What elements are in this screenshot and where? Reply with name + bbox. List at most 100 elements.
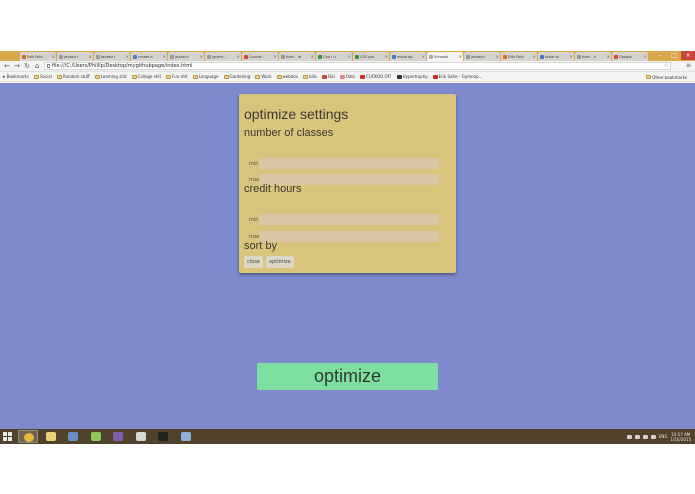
home-icon[interactable]: ⌂	[33, 62, 41, 71]
close-tab-icon[interactable]: ×	[459, 54, 462, 59]
close-tab-icon[interactable]: ×	[163, 54, 166, 59]
browser-tab[interactable]: javascri ×	[168, 52, 204, 61]
sort-close-button[interactable]: close	[244, 256, 263, 268]
taskbar-cmd[interactable]	[153, 430, 173, 443]
browser-tab[interactable]: jquery - ×	[205, 52, 241, 61]
language-indicator[interactable]: ENG	[659, 434, 668, 439]
bookmark-item[interactable]: College shit	[131, 74, 161, 79]
flag-icon[interactable]	[634, 434, 640, 439]
tab-label: javascri	[471, 54, 485, 59]
bookmark-item[interactable]: Social	[33, 74, 52, 79]
close-tab-icon[interactable]: ×	[644, 54, 647, 59]
browser-tab[interactable]: move op ×	[390, 52, 426, 61]
close-tab-icon[interactable]: ×	[274, 54, 277, 59]
favicon-icon	[429, 54, 433, 59]
network-icon[interactable]	[642, 434, 648, 439]
bookmark-item[interactable]: Gardening	[223, 74, 250, 79]
favicon-icon	[466, 54, 470, 59]
browser-tab[interactable]: create a ×	[131, 52, 167, 61]
browser-tab[interactable]: html - h ×	[575, 52, 611, 61]
bookmark-item[interactable]: Fun shit	[166, 74, 188, 79]
youtube-icon	[360, 74, 366, 79]
tab-label: jquery -	[212, 54, 226, 59]
bookmark-item[interactable]: Hypertrophy	[396, 74, 428, 79]
taskbar-media[interactable]	[108, 430, 128, 443]
other-bookmarks-label: Other bookmarks	[652, 74, 687, 80]
browser-tab[interactable]: Can I u ×	[316, 52, 352, 61]
menu-icon[interactable]: ≡	[686, 62, 691, 69]
favicon-icon	[614, 54, 618, 59]
bookmark-item[interactable]: webdev	[276, 74, 298, 79]
close-tab-icon[interactable]: ×	[607, 54, 610, 59]
browser-tab[interactable]: Google ×	[612, 52, 648, 61]
browser-tab[interactable]: Edit Fold ×	[501, 52, 537, 61]
close-tab-icon[interactable]: ×	[89, 54, 92, 59]
browser-tab[interactable]: html - le ×	[279, 52, 315, 61]
back-arrow-icon[interactable]: ←	[3, 62, 11, 71]
bookmarks-bar: ★ Bookmarks Social Random stuff Learning shi…	[0, 72, 695, 82]
close-tab-icon[interactable]: ×	[533, 54, 536, 59]
other-bookmarks[interactable]: Other bookmarks	[646, 72, 692, 81]
sort-optimize-button[interactable]: optimize	[266, 256, 294, 268]
minimize-button[interactable]: –	[653, 51, 667, 60]
browser-tab[interactable]: table sc ×	[538, 52, 574, 61]
favicon-icon	[392, 54, 396, 59]
browser-tab[interactable]: javascri ×	[57, 52, 93, 61]
close-tab-icon[interactable]: ×	[52, 54, 55, 59]
favicon-icon	[281, 54, 285, 59]
close-tab-icon[interactable]: ×	[422, 54, 425, 59]
browser-tab[interactable]: Course - ×	[242, 52, 278, 61]
tab-label: javascri	[175, 54, 189, 59]
reload-icon[interactable]: ↻	[23, 62, 31, 71]
optimize-button[interactable]: optimize	[257, 363, 438, 390]
bookmark-item[interactable]: Oats	[339, 74, 355, 79]
taskbar-terminal-window[interactable]	[131, 430, 151, 443]
credit-min-input[interactable]	[259, 214, 439, 225]
tray-arrow-icon[interactable]	[626, 434, 632, 439]
windows-start-icon[interactable]	[3, 432, 13, 442]
forward-arrow-icon[interactable]: →	[13, 62, 21, 71]
bookmark-item[interactable]: Random stuff	[56, 74, 90, 79]
browser-tab[interactable]: javascri ×	[94, 52, 130, 61]
close-tab-icon[interactable]: ×	[348, 54, 351, 59]
close-tab-icon[interactable]: ×	[126, 54, 129, 59]
close-window-button[interactable]: ×	[681, 51, 695, 60]
folder-icon	[255, 74, 261, 79]
bookmark-item[interactable]: Learning shit	[94, 74, 127, 79]
browser-tab[interactable]: Schedul ×	[427, 52, 463, 61]
bookmark-item[interactable]: CUCKOO OF!	[360, 74, 392, 79]
volume-icon[interactable]	[650, 434, 656, 439]
taskbar-android[interactable]	[86, 430, 106, 443]
clock[interactable]: 10:57 AM 1/16/2015	[670, 432, 691, 442]
close-tab-icon[interactable]: ×	[496, 54, 499, 59]
classes-min-input[interactable]	[259, 158, 439, 169]
bookmark-item[interactable]: ISU	[322, 74, 335, 79]
close-tab-icon[interactable]: ×	[237, 54, 240, 59]
notepad-icon	[180, 432, 191, 441]
close-tab-icon[interactable]: ×	[200, 54, 203, 59]
browser-tab[interactable]: CSS pro ×	[353, 52, 389, 61]
clock-date: 1/16/2015	[670, 436, 691, 442]
favicon-icon	[59, 54, 63, 59]
bookmark-item[interactable]: ★ Bookmarks	[2, 74, 29, 79]
browser-tab[interactable]: javascri ×	[464, 52, 500, 61]
credit-max-input[interactable]	[259, 231, 439, 242]
tab-label: Schedul	[434, 54, 449, 59]
taskbar-explorer[interactable]	[41, 430, 61, 443]
maximize-button[interactable]: □	[667, 51, 681, 60]
bookmark-item[interactable]: bills	[303, 74, 317, 79]
favicon-icon	[540, 54, 544, 59]
close-tab-icon[interactable]: ×	[570, 54, 573, 59]
close-tab-icon[interactable]: ×	[385, 54, 388, 59]
address-bar[interactable]: file:///C:/Users/Phillip/Desktop/mygithu…	[44, 62, 671, 70]
bookmark-star-icon[interactable]: ☆	[664, 62, 669, 69]
browser-tab[interactable]: Edit Fold ×	[20, 52, 56, 61]
bookmark-label: Language	[198, 74, 219, 79]
bookmark-item[interactable]: Work	[255, 74, 272, 79]
taskbar-task-manager[interactable]	[63, 430, 83, 443]
bookmark-item[interactable]: Erik Satie - Gymnop...	[432, 74, 482, 79]
close-tab-icon[interactable]: ×	[311, 54, 314, 59]
taskbar-chrome[interactable]	[18, 430, 38, 443]
taskbar-notepad[interactable]	[176, 430, 196, 443]
bookmark-item[interactable]: Language	[192, 74, 219, 79]
